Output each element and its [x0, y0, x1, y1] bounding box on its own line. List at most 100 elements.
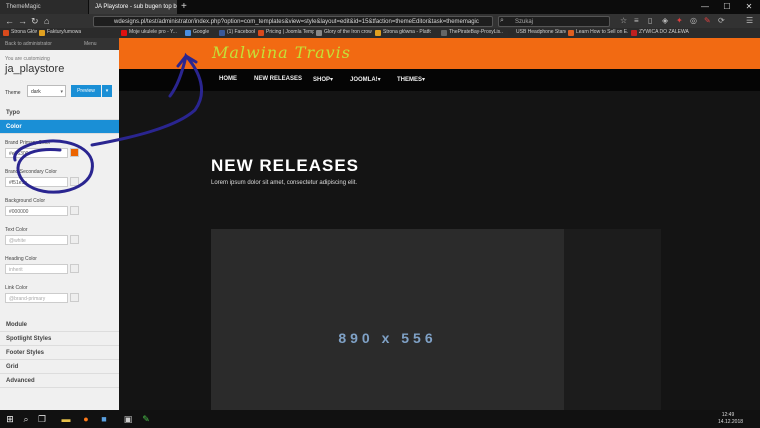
caret-down-icon: ▾: [422, 77, 426, 83]
brand-secondary-color-input[interactable]: #f51e1e: [5, 177, 68, 187]
tab-thememagic[interactable]: ThemeMagic: [0, 0, 88, 14]
menu-item-themes[interactable]: THEMES▾: [397, 76, 425, 83]
windows-icon[interactable]: ⊞: [4, 413, 16, 425]
bookmark-item[interactable]: Pricing | Joomla Temp...: [258, 29, 314, 37]
menu-item-home[interactable]: HOME: [219, 76, 237, 82]
bookmark-item[interactable]: USB Headphone Stand...: [508, 29, 566, 37]
panel-top-bar: Back to administrator Menu: [0, 38, 119, 50]
main-menu: HOME NEW RELEASES SHOP▾ JOOMLA!▾ THEMES▾: [119, 69, 760, 91]
color-swatch[interactable]: [70, 235, 79, 244]
reload-icon[interactable]: ↻: [31, 15, 39, 27]
bookmark-item[interactable]: Learn How to Sell on E...: [568, 29, 628, 37]
link-color-input[interactable]: @brand-primary: [5, 293, 68, 303]
notepad-icon[interactable]: ✎: [140, 413, 152, 425]
sync-icon[interactable]: ⟳: [718, 17, 726, 25]
field-label: Link Color: [5, 285, 28, 291]
firefox-icon[interactable]: ●: [80, 413, 92, 425]
customizing-label: You are customizing: [5, 56, 50, 62]
section-typo[interactable]: Typo: [0, 106, 119, 120]
pocket-icon[interactable]: ◎: [690, 17, 698, 25]
theme-label: Theme: [5, 90, 21, 96]
section-grid[interactable]: Grid: [0, 360, 119, 374]
menu-icon[interactable]: ☰: [746, 17, 754, 25]
color-swatch[interactable]: [70, 148, 79, 157]
bookmark-item[interactable]: Google: [185, 29, 215, 37]
section-module[interactable]: Module: [0, 318, 119, 332]
app-icon[interactable]: ■: [98, 413, 110, 425]
terminal-icon[interactable]: ▣: [122, 413, 134, 425]
field-label: Brand Primary Color: [5, 140, 51, 146]
clock-time: 12:49: [721, 412, 735, 418]
color-swatch[interactable]: [70, 177, 79, 186]
caret-down-icon: ▾: [330, 77, 334, 83]
sidebar-icon[interactable]: ▯: [648, 17, 656, 25]
system-clock[interactable]: 12:49 14.12.2018: [718, 412, 744, 426]
new-tab-button[interactable]: +: [181, 1, 187, 12]
back-to-administrator-link[interactable]: Back to administrator: [5, 41, 52, 47]
shield-icon[interactable]: ◈: [662, 17, 670, 25]
color-swatch[interactable]: [70, 264, 79, 273]
color-swatch[interactable]: [70, 293, 79, 302]
section-spotlight-styles[interactable]: Spotlight Styles: [0, 332, 119, 346]
browser-tab-bar: ThemeMagic JA Playstore - sub bugen top …: [0, 0, 760, 14]
field-label: Heading Color: [5, 256, 37, 262]
theme-select-value: dark: [31, 89, 41, 95]
menu-item-shop[interactable]: SHOP▾: [313, 76, 333, 83]
search-input[interactable]: Szukaj: [498, 16, 610, 27]
theme-select[interactable]: dark ▾: [27, 85, 66, 97]
placeholder-size-label: 890 x 556: [338, 330, 437, 346]
site-header: Malwina Travis: [119, 38, 760, 69]
hero-subtitle: Lorem ipsum dolor sit amet, consectetur …: [211, 180, 358, 186]
field-label: Brand Secondary Color: [5, 169, 57, 175]
menu-item-joomla[interactable]: JOOMLA!▾: [350, 76, 381, 83]
home-icon[interactable]: ⌂: [44, 15, 49, 27]
brand-primary-color-input[interactable]: #eb6300: [5, 148, 68, 158]
close-window-button[interactable]: ✕: [738, 0, 760, 14]
site-preview: Malwina Travis HOME NEW RELEASES SHOP▾ J…: [119, 38, 760, 411]
library-icon[interactable]: ≡: [634, 17, 642, 25]
bookmark-item[interactable]: Faktury/umowa online - ...: [39, 29, 81, 37]
section-color[interactable]: Color: [0, 120, 119, 134]
chevron-down-icon: ▾: [60, 89, 63, 95]
section-advanced[interactable]: Advanced: [0, 374, 119, 388]
template-name: ja_playstore: [5, 63, 65, 75]
url-bar[interactable]: wdesigns.pl/test/administrator/index.php…: [93, 16, 493, 27]
browser-nav-bar: ← → ↻ ⌂ wdesigns.pl/test/administrator/i…: [0, 14, 760, 28]
star-icon[interactable]: ☆: [620, 17, 628, 25]
heading-color-input[interactable]: inherit: [5, 264, 68, 274]
maximize-button[interactable]: ☐: [716, 0, 738, 14]
windows-taskbar: ⊞ ⌕ ❐ ▬ ● ■ ▣ ✎ 12:49 14.12.2018: [0, 410, 760, 428]
image-placeholder-secondary: [564, 229, 661, 411]
field-label: Background Color: [5, 198, 46, 204]
bookmark-item[interactable]: (1) Facebook: [219, 29, 255, 37]
bookmark-item[interactable]: Strona Główna: UPS: [3, 29, 37, 37]
clock-date: 14.12.2018: [718, 419, 744, 425]
red-extension-icon[interactable]: ✎: [704, 17, 712, 25]
menu-item-new-releases[interactable]: NEW RELEASES: [254, 76, 302, 82]
menu-link[interactable]: Menu: [84, 41, 97, 47]
bookmarks-bar: Strona Główna: UPS Faktury/umowa online …: [0, 28, 760, 38]
text-color-input[interactable]: @white: [5, 235, 68, 245]
site-logo[interactable]: Malwina Travis: [212, 43, 351, 62]
search-icon[interactable]: ⌕: [20, 413, 32, 425]
extension-icon[interactable]: ✦: [676, 17, 684, 25]
bookmark-item[interactable]: ThePirateBay-ProxyLis...: [441, 29, 503, 37]
hero-title: NEW RELEASES: [211, 156, 360, 175]
file-explorer-icon[interactable]: ▬: [60, 413, 72, 425]
tab-ja-playstore[interactable]: JA Playstore - sub bugen top bar so...: [89, 0, 177, 14]
color-swatch[interactable]: [70, 206, 79, 215]
forward-arrow-icon[interactable]: →: [18, 15, 27, 27]
theme-customizer-panel: Back to administrator Menu You are custo…: [0, 38, 119, 410]
minimize-button[interactable]: —: [694, 0, 716, 14]
preview-dropdown-button[interactable]: ▾: [102, 85, 112, 97]
task-view-icon[interactable]: ❐: [36, 413, 48, 425]
bookmark-item[interactable]: Glory of the Iron crown ...: [316, 29, 372, 37]
bookmark-item[interactable]: Moje ukulele pro - Y...: [121, 29, 181, 37]
background-color-input[interactable]: #000000: [5, 206, 68, 216]
bookmark-item[interactable]: ŻYWICA DO ZALEWA...: [631, 29, 689, 37]
caret-down-icon: ▾: [377, 77, 381, 83]
back-arrow-icon[interactable]: ←: [5, 15, 14, 27]
bookmark-item[interactable]: Strona główna - Platfo...: [375, 29, 431, 37]
section-footer-styles[interactable]: Footer Styles: [0, 346, 119, 360]
preview-button[interactable]: Preview: [71, 85, 101, 97]
